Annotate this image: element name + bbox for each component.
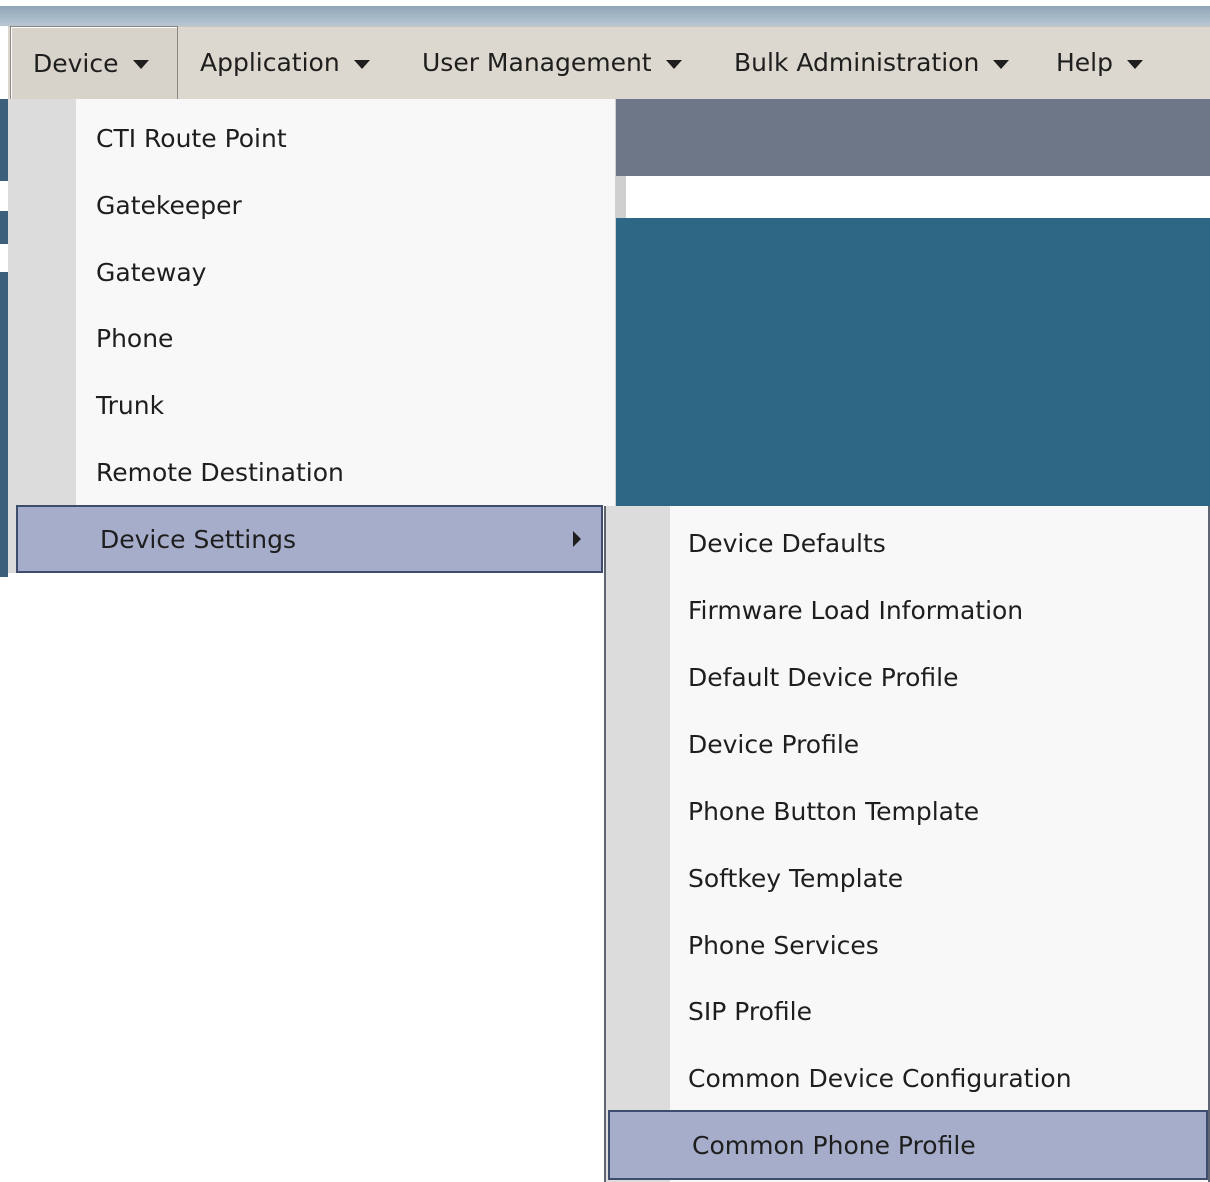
menu-item-label: Phone Button Template xyxy=(688,797,980,826)
menu-application-label: Application xyxy=(200,48,340,77)
menu-item-device-settings[interactable]: Device Settings xyxy=(16,505,603,573)
device-settings-submenu: Device Defaults Firmware Load Informatio… xyxy=(604,506,1210,1182)
menu-item-label: Device Profile xyxy=(688,730,860,759)
window-top-strip xyxy=(0,0,1210,26)
menu-item-label: Phone xyxy=(96,323,174,353)
menu-item-label: Device Settings xyxy=(100,524,296,554)
chevron-right-icon xyxy=(573,531,581,547)
page-left-edge xyxy=(0,99,8,577)
menu-help[interactable]: Help xyxy=(1044,26,1174,99)
menu-item-device-profile[interactable]: Device Profile xyxy=(606,711,1208,778)
menu-item-device-defaults[interactable]: Device Defaults xyxy=(606,510,1208,577)
menu-item-default-device-profile[interactable]: Default Device Profile xyxy=(606,644,1208,711)
menu-item-common-phone-profile[interactable]: Common Phone Profile xyxy=(608,1110,1208,1180)
menu-item-remote-destination[interactable]: Remote Destination xyxy=(8,439,615,505)
menu-item-gatekeeper[interactable]: Gatekeeper xyxy=(8,172,615,238)
menu-help-label: Help xyxy=(1056,48,1113,77)
menu-item-phone-services[interactable]: Phone Services xyxy=(606,912,1208,979)
menu-item-cti-route-point[interactable]: CTI Route Point xyxy=(8,105,615,171)
caret-down-icon xyxy=(665,59,682,69)
menu-item-trunk[interactable]: Trunk xyxy=(8,372,615,438)
page-white-band xyxy=(616,176,1210,218)
menu-item-label: Trunk xyxy=(96,390,165,420)
menu-bulk-administration[interactable]: Bulk Administration xyxy=(722,26,1032,99)
menu-device[interactable]: Device xyxy=(10,26,178,99)
page-content-background xyxy=(616,218,1210,506)
menu-item-label: SIP Profile xyxy=(688,997,812,1026)
menu-item-label: CTI Route Point xyxy=(96,123,287,153)
device-dropdown-menu: CTI Route Point Gatekeeper Gateway Phone… xyxy=(8,99,616,573)
menu-item-label: Firmware Load Information xyxy=(688,596,1024,625)
menu-item-label: Gateway xyxy=(96,257,207,287)
caret-down-icon xyxy=(132,60,149,69)
menu-item-phone[interactable]: Phone xyxy=(8,305,615,371)
menu-item-sip-profile[interactable]: SIP Profile xyxy=(606,978,1208,1045)
menu-item-phone-button-template[interactable]: Phone Button Template xyxy=(606,778,1208,845)
menu-item-label: Common Phone Profile xyxy=(692,1130,976,1160)
menu-user-management[interactable]: User Management xyxy=(410,26,710,99)
menu-item-label: Softkey Template xyxy=(688,864,904,893)
menu-item-label: Common Device Configuration xyxy=(688,1064,1072,1093)
page-left-edge-gap xyxy=(0,244,8,272)
caret-down-icon xyxy=(1127,59,1143,69)
menu-item-softkey-template[interactable]: Softkey Template xyxy=(606,845,1208,912)
menu-item-label: Device Defaults xyxy=(688,529,886,558)
menu-application[interactable]: Application xyxy=(188,26,400,99)
caret-down-icon xyxy=(353,59,370,69)
menu-device-label: Device xyxy=(33,48,119,78)
menu-item-label: Gatekeeper xyxy=(96,190,242,220)
menu-item-label: Phone Services xyxy=(688,931,879,960)
menu-item-gateway[interactable]: Gateway xyxy=(8,239,615,305)
menu-item-common-device-configuration[interactable]: Common Device Configuration xyxy=(606,1045,1208,1112)
menu-item-label: Default Device Profile xyxy=(688,663,959,692)
menu-user-management-label: User Management xyxy=(422,48,652,77)
page-header-band xyxy=(616,99,1210,176)
menu-item-firmware-load-information[interactable]: Firmware Load Information xyxy=(606,577,1208,644)
page-white-band-edge xyxy=(616,176,626,218)
menu-bulk-administration-label: Bulk Administration xyxy=(734,48,980,77)
menu-item-label: Remote Destination xyxy=(96,457,344,487)
caret-down-icon xyxy=(993,59,1010,69)
page-left-edge-gap xyxy=(0,181,8,211)
